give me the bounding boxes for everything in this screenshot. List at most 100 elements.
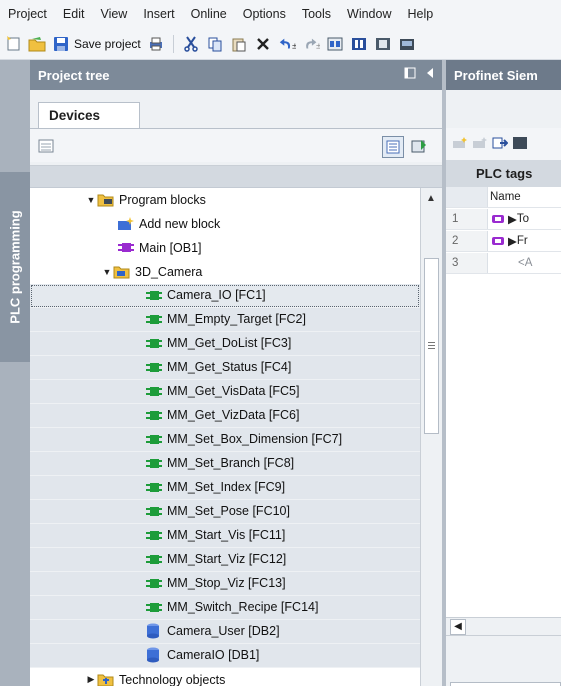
tree-item-cameraio-db1[interactable]: CameraIO [DB1] xyxy=(30,644,420,668)
tree-item-label: MM_Get_VizData [FC6] xyxy=(167,408,300,423)
menu-project[interactable]: Project xyxy=(8,7,47,21)
menu-edit[interactable]: Edit xyxy=(63,7,85,21)
expand-row-icon[interactable]: ▶ xyxy=(508,212,517,226)
tag-table-icon xyxy=(488,236,508,246)
tree-item-mm-get-visdata-fc5[interactable]: MM_Get_VisData [FC5] xyxy=(30,380,420,404)
tree-item-camera-user-db2[interactable]: Camera_User [DB2] xyxy=(30,620,420,644)
tree-item-mm-set-branch-fc8[interactable]: MM_Set_Branch [FC8] xyxy=(30,452,420,476)
simulation-icon[interactable] xyxy=(398,35,416,53)
collapse-panel-icon[interactable] xyxy=(426,67,434,82)
paste-icon[interactable] xyxy=(230,35,248,53)
tree-item-main-ob1[interactable]: Main [OB1] xyxy=(30,236,420,260)
tree-item-mm-get-dolist-fc3[interactable]: MM_Get_DoList [FC3] xyxy=(30,332,420,356)
tree-item-mm-get-status-fc4[interactable]: MM_Get_Status [FC4] xyxy=(30,356,420,380)
tree-item-label: MM_Set_Box_Dimension [FC7] xyxy=(167,432,343,447)
tree-item-label: Program blocks xyxy=(119,192,206,207)
tree-item-program-blocks[interactable]: ▼ Program blocks xyxy=(30,188,420,212)
scrollbar-thumb[interactable] xyxy=(424,258,439,434)
fc-icon xyxy=(144,455,162,471)
menu-help[interactable]: Help xyxy=(407,7,433,21)
ob-icon xyxy=(116,240,134,256)
scroll-up-icon[interactable]: ▲ xyxy=(423,191,439,207)
tree-item-camera-io-fc1[interactable]: Camera_IO [FC1] xyxy=(30,284,420,308)
save-project-button[interactable]: Save project xyxy=(74,37,141,51)
tree-item-3d-camera[interactable]: ▼ 3D_Camera xyxy=(30,260,420,284)
menu-online[interactable]: Online xyxy=(191,7,227,21)
upload-icon[interactable] xyxy=(374,35,392,53)
expand-row-icon[interactable]: ▶ xyxy=(508,234,517,248)
tree-item-label: Camera_User [DB2] xyxy=(167,624,280,639)
new-project-icon[interactable] xyxy=(4,35,22,53)
delete-icon[interactable] xyxy=(254,35,272,53)
plc-programming-tab[interactable]: PLC programming xyxy=(0,172,30,362)
tree-item-label: MM_Switch_Recipe [FC14] xyxy=(167,600,319,615)
fc-icon xyxy=(144,431,162,447)
project-tree-title: Project tree xyxy=(38,67,110,83)
redo-icon[interactable]: ± xyxy=(302,35,320,53)
menu-window[interactable]: Window xyxy=(347,7,391,21)
folder-blocks-icon xyxy=(96,192,114,208)
tree-item-mm-start-viz-fc12[interactable]: MM_Start_Viz [FC12] xyxy=(30,548,420,572)
tree-item-mm-set-pose-fc10[interactable]: MM_Set_Pose [FC10] xyxy=(30,500,420,524)
add-device-icon[interactable] xyxy=(410,138,428,157)
detail-view-button[interactable] xyxy=(382,136,404,158)
open-project-icon[interactable] xyxy=(28,35,46,53)
tab-devices[interactable]: Devices xyxy=(38,102,140,128)
download-icon[interactable] xyxy=(350,35,368,53)
insert-tag-icon[interactable] xyxy=(472,136,488,153)
tree-item-mm-get-vizdata-fc6[interactable]: MM_Get_VizData [FC6] xyxy=(30,404,420,428)
table-row[interactable]: 3 <A xyxy=(446,253,561,274)
column-header-name[interactable]: Name xyxy=(488,191,521,203)
collapse-arrow-icon[interactable]: ▶ xyxy=(86,674,96,685)
tab-devices-label: Devices xyxy=(49,108,101,123)
tree-item-mm-start-vis-fc11[interactable]: MM_Start_Vis [FC11] xyxy=(30,524,420,548)
tree-scrollbar[interactable]: ▲ xyxy=(420,188,442,686)
db-icon xyxy=(144,623,162,639)
panel-layout-icon[interactable] xyxy=(404,67,416,82)
print-icon[interactable] xyxy=(147,35,165,53)
row-number: 3 xyxy=(446,253,488,273)
tree-item-mm-switch-recipe-fc14[interactable]: MM_Switch_Recipe [FC14] xyxy=(30,596,420,620)
table-header-row: Name xyxy=(446,187,561,208)
menu-tools[interactable]: Tools xyxy=(302,7,331,21)
row-number: 1 xyxy=(446,209,488,229)
bottom-bar xyxy=(450,682,561,686)
scroll-left-icon[interactable]: ◀ xyxy=(450,619,466,635)
device-overview-icon[interactable] xyxy=(38,138,54,157)
add-tag-icon[interactable] xyxy=(452,136,468,153)
table-row[interactable]: 2 ▶ Fr xyxy=(446,231,561,252)
tree-item-mm-empty-target-fc2[interactable]: MM_Empty_Target [FC2] xyxy=(30,308,420,332)
tree-item-mm-set-box-dimension-fc7[interactable]: MM_Set_Box_Dimension [FC7] xyxy=(30,428,420,452)
save-icon[interactable] xyxy=(52,35,70,53)
cut-icon[interactable] xyxy=(182,35,200,53)
main-toolbar: Save project ± ± xyxy=(0,28,561,60)
fc-icon xyxy=(144,527,162,543)
header-num-cell xyxy=(446,187,488,207)
menu-insert[interactable]: Insert xyxy=(143,7,174,21)
copy-icon[interactable] xyxy=(206,35,224,53)
folder-icon xyxy=(112,264,130,280)
monitor-icon[interactable] xyxy=(512,136,528,153)
add-tag-placeholder[interactable]: <A xyxy=(508,257,532,269)
table-row[interactable]: 1 ▶ To xyxy=(446,209,561,230)
tree-item-mm-set-index-fc9[interactable]: MM_Set_Index [FC9] xyxy=(30,476,420,500)
tree-item-mm-stop-viz-fc13[interactable]: MM_Stop_Viz [FC13] xyxy=(30,572,420,596)
undo-icon[interactable]: ± xyxy=(278,35,296,53)
tree-item-add-new-block[interactable]: Add new block xyxy=(30,212,420,236)
fc-icon xyxy=(144,479,162,495)
project-tree: ▼ Program blocks Add new block Main [OB1… xyxy=(30,188,420,686)
tree-item-technology-objects[interactable]: ▶ Technology objects xyxy=(30,668,420,686)
tree-item-label: MM_Set_Pose [FC10] xyxy=(167,504,290,519)
tree-item-label: MM_Set_Branch [FC8] xyxy=(167,456,295,471)
horizontal-scrollbar[interactable]: ◀ xyxy=(446,617,561,635)
compile-icon[interactable] xyxy=(326,35,344,53)
menu-options[interactable]: Options xyxy=(243,7,286,21)
tree-item-label: Technology objects xyxy=(119,672,226,686)
export-icon[interactable] xyxy=(492,136,509,153)
scroll-grip-icon xyxy=(428,342,435,349)
expand-arrow-icon[interactable]: ▼ xyxy=(102,267,112,277)
expand-arrow-icon[interactable]: ▼ xyxy=(86,195,96,205)
menu-view[interactable]: View xyxy=(100,7,127,21)
tree-item-label: MM_Set_Index [FC9] xyxy=(167,480,286,495)
tree-item-label: Main [OB1] xyxy=(139,240,202,255)
